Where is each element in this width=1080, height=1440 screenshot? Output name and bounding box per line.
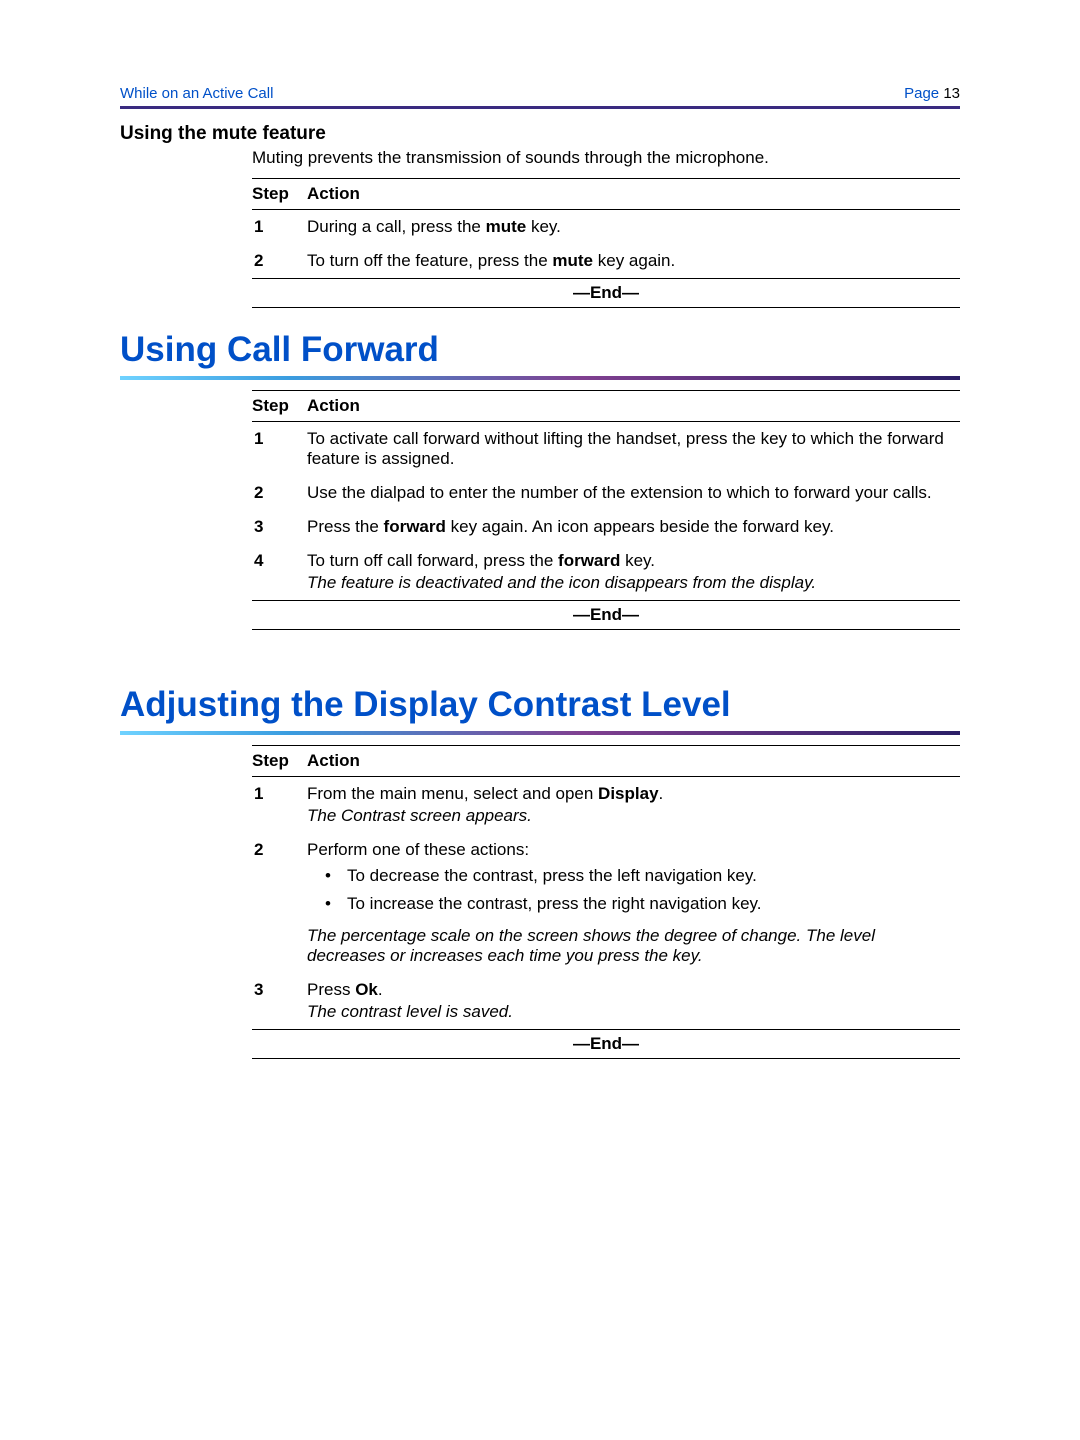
text: key. [620, 551, 655, 570]
header-divider [120, 106, 960, 109]
text: To turn off the feature, press the [307, 251, 552, 270]
contrast-steps-table: Step Action 1 From the main menu, select… [252, 745, 960, 1059]
step-number: 2 [252, 833, 307, 973]
bullet-list: To decrease the contrast, press the left… [307, 866, 956, 914]
table-row: 2 Use the dialpad to enter the number of… [252, 476, 960, 510]
text: To turn off call forward, press the [307, 551, 558, 570]
text: key again. An icon appears beside the fo… [446, 517, 834, 536]
step-action: To turn off the feature, press the mute … [307, 244, 960, 279]
bold-text: mute [552, 251, 593, 270]
text: key again. [593, 251, 675, 270]
end-label: —End— [252, 601, 960, 630]
end-label: —End— [252, 279, 960, 308]
table-row: 3 Press the forward key again. An icon a… [252, 510, 960, 544]
end-row: —End— [252, 1030, 960, 1059]
bold-text: forward [558, 551, 620, 570]
end-row: —End— [252, 601, 960, 630]
bold-text: mute [486, 217, 527, 236]
table-row: 2 Perform one of these actions: To decre… [252, 833, 960, 973]
mute-steps-table: Step Action 1 During a call, press the m… [252, 178, 960, 308]
end-row: —End— [252, 279, 960, 308]
step-action: Use the dialpad to enter the number of t… [307, 476, 960, 510]
gradient-divider [120, 376, 960, 380]
page-number: 13 [943, 85, 960, 102]
step-note: The Contrast screen appears. [307, 804, 956, 826]
text: Perform one of these actions: [307, 840, 529, 859]
mute-intro: Muting prevents the transmission of soun… [252, 148, 960, 168]
bold-text: forward [384, 517, 446, 536]
step-note: The percentage scale on the screen shows… [307, 924, 956, 966]
step-action: During a call, press the mute key. [307, 210, 960, 245]
table-row: 4 To turn off call forward, press the fo… [252, 544, 960, 601]
list-item: To increase the contrast, press the righ… [325, 894, 956, 914]
text: key. [526, 217, 561, 236]
step-action: Press the forward key again. An icon app… [307, 510, 960, 544]
step-number: 3 [252, 510, 307, 544]
step-note: The feature is deactivated and the icon … [307, 571, 956, 593]
text: During a call, press the [307, 217, 486, 236]
text: Press [307, 980, 355, 999]
step-number: 4 [252, 544, 307, 601]
col-step: Step [252, 746, 307, 777]
chapter-title-contrast: Adjusting the Display Contrast Level [120, 685, 960, 725]
table-row: 1 From the main menu, select and open Di… [252, 777, 960, 834]
step-action: To activate call forward without lifting… [307, 422, 960, 477]
gradient-divider [120, 731, 960, 735]
step-action: Perform one of these actions: To decreas… [307, 833, 960, 973]
page-header: While on an Active Call Page 13 [120, 85, 960, 102]
list-item: To decrease the contrast, press the left… [325, 866, 956, 886]
step-number: 2 [252, 244, 307, 279]
table-row: 3 Press Ok. The contrast level is saved. [252, 973, 960, 1030]
col-action: Action [307, 391, 960, 422]
col-step: Step [252, 391, 307, 422]
step-number: 1 [252, 210, 307, 245]
subheading-mute: Using the mute feature [120, 123, 960, 145]
breadcrumb: While on an Active Call [120, 85, 273, 102]
step-number: 1 [252, 422, 307, 477]
step-action: Press Ok. The contrast level is saved. [307, 973, 960, 1030]
step-number: 1 [252, 777, 307, 834]
step-note: The contrast level is saved. [307, 1000, 956, 1022]
step-number: 3 [252, 973, 307, 1030]
chapter-title-call-forward: Using Call Forward [120, 330, 960, 370]
col-step: Step [252, 179, 307, 210]
call-forward-steps-table: Step Action 1 To activate call forward w… [252, 390, 960, 630]
table-row: 1 During a call, press the mute key. [252, 210, 960, 245]
page-indicator: Page 13 [904, 85, 960, 102]
step-action: From the main menu, select and open Disp… [307, 777, 960, 834]
end-label: —End— [252, 1030, 960, 1059]
col-action: Action [307, 746, 960, 777]
text: . [659, 784, 664, 803]
text: . [378, 980, 383, 999]
step-action: To turn off call forward, press the forw… [307, 544, 960, 601]
col-action: Action [307, 179, 960, 210]
page-label: Page [904, 85, 939, 102]
bold-text: Display [598, 784, 658, 803]
step-number: 2 [252, 476, 307, 510]
bold-text: Ok [355, 980, 378, 999]
text: Press the [307, 517, 384, 536]
text: From the main menu, select and open [307, 784, 598, 803]
table-row: 2 To turn off the feature, press the mut… [252, 244, 960, 279]
table-row: 1 To activate call forward without lifti… [252, 422, 960, 477]
